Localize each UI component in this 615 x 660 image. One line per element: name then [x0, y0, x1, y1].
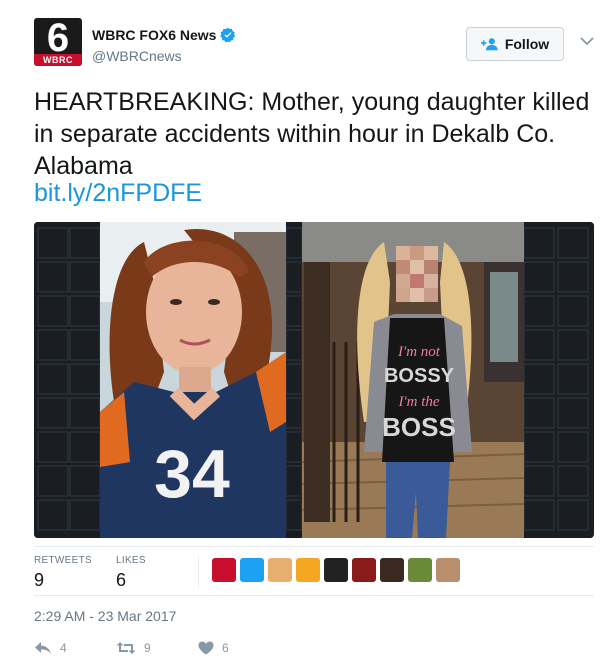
- mother-photo: 34: [100, 222, 286, 538]
- display-name[interactable]: WBRC FOX6 News: [92, 27, 216, 43]
- retweets-label: RETWEETS: [34, 555, 92, 566]
- reply-button[interactable]: 4: [34, 641, 67, 655]
- timestamp[interactable]: 2:29 AM - 23 Mar 2017: [34, 608, 176, 624]
- liker-avatar[interactable]: [296, 558, 320, 582]
- add-user-icon: [480, 38, 498, 51]
- shirt-text-1: I'm not: [397, 344, 441, 360]
- liker-avatar[interactable]: [212, 558, 236, 582]
- tweet-card: 6 WBRC WBRC FOX6 News @WBRCnews Follow H…: [0, 0, 615, 660]
- liker-avatars: [212, 558, 460, 582]
- retweets-stat[interactable]: RETWEETS 9: [34, 555, 92, 591]
- shirt-text-4: BOSS: [382, 412, 456, 442]
- reply-icon: [35, 642, 51, 655]
- handle[interactable]: @WBRCnews: [92, 48, 182, 64]
- retweets-value: 9: [34, 570, 45, 590]
- avatar-band: WBRC: [34, 54, 82, 66]
- daughter-photo: I'm not BOSSY I'm the BOSS: [301, 222, 525, 538]
- like-count: 6: [222, 641, 229, 655]
- reply-count: 4: [60, 641, 67, 655]
- verified-badge-icon: [220, 27, 236, 43]
- liker-avatar[interactable]: [268, 558, 292, 582]
- liker-avatar[interactable]: [380, 558, 404, 582]
- liker-avatar[interactable]: [240, 558, 264, 582]
- liker-avatar[interactable]: [408, 558, 432, 582]
- stats-divider-top: [34, 546, 594, 547]
- shirt-text-2: BOSSY: [384, 365, 455, 387]
- liker-avatar[interactable]: [436, 558, 460, 582]
- like-button[interactable]: 6: [198, 641, 229, 655]
- jersey-number: 34: [154, 436, 230, 512]
- stats-divider-vertical: [198, 556, 199, 588]
- stats-divider-bottom: [34, 595, 594, 596]
- liker-avatar[interactable]: [352, 558, 376, 582]
- tweet-text: HEARTBREAKING: Mother, young daughter ki…: [34, 88, 590, 180]
- avatar[interactable]: 6 WBRC: [34, 18, 82, 66]
- retweet-icon: [116, 642, 136, 654]
- tweet-link[interactable]: bit.ly/2nFPDFE: [34, 179, 202, 208]
- follow-button[interactable]: Follow: [466, 27, 564, 61]
- shirt-text-3: I'm the: [397, 394, 439, 410]
- tweet-photo[interactable]: 34 I'm not BOSSY I'm the BOSS: [34, 222, 594, 538]
- retweet-button[interactable]: 9: [116, 641, 151, 655]
- likes-value: 6: [116, 570, 127, 590]
- likes-stat[interactable]: LIKES 6: [116, 555, 146, 591]
- likes-label: LIKES: [116, 555, 146, 566]
- liker-avatar[interactable]: [324, 558, 348, 582]
- chevron-down-icon[interactable]: [580, 36, 594, 46]
- retweet-count: 9: [144, 641, 151, 655]
- photo-collage: 34 I'm not BOSSY I'm the BOSS: [34, 222, 594, 538]
- name-row[interactable]: WBRC FOX6 News: [92, 27, 236, 43]
- follow-label: Follow: [504, 36, 550, 52]
- heart-icon: [198, 641, 214, 655]
